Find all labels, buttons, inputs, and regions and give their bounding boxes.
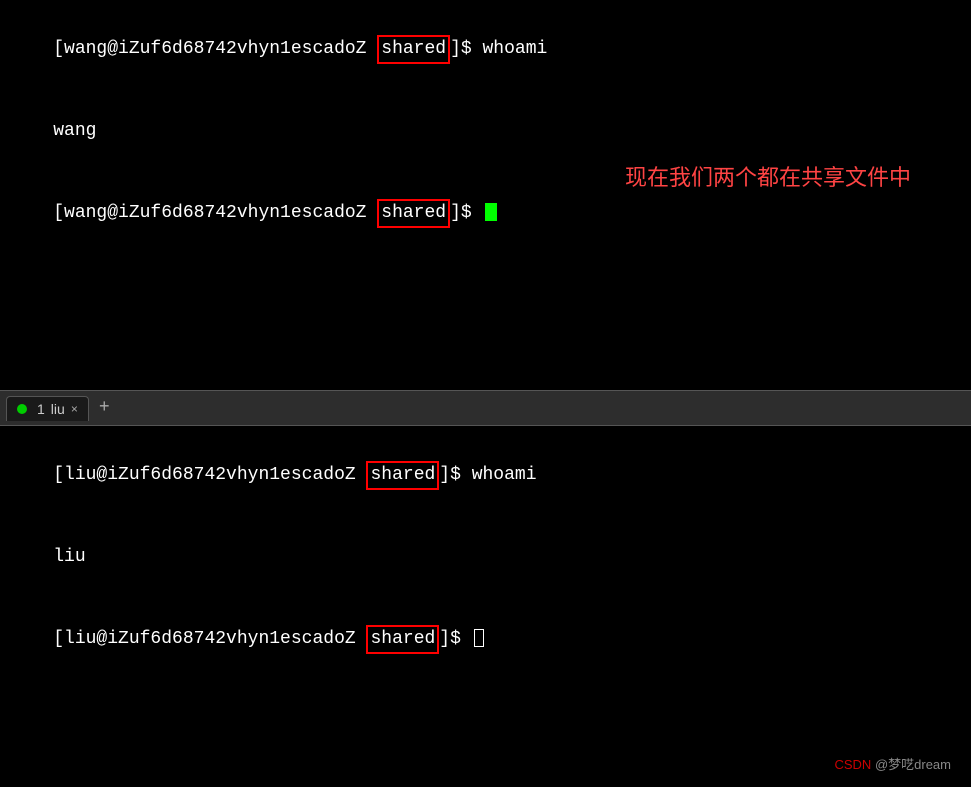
bottom-terminal[interactable]: [liu@iZuf6d68742vhyn1escadoZ shared]$ wh… — [0, 426, 971, 787]
tab-add-button[interactable]: + — [93, 396, 116, 420]
tab-liu[interactable]: 1 liu × — [6, 396, 89, 421]
bottom-shared-dir-box-2: shared — [366, 625, 439, 654]
shared-dir-box-2: shared — [377, 199, 450, 228]
bottom-prompt-dollar-2: ]$ — [439, 629, 471, 649]
watermark: CSDN @梦呓dream — [834, 754, 951, 773]
bottom-prompt-bracket-2: [liu@iZuf6d68742vhyn1escadoZ — [53, 629, 366, 649]
prompt-bracket: [wang@iZuf6d68742vhyn1escadoZ — [53, 39, 377, 59]
top-terminal: [wang@iZuf6d68742vhyn1escadoZ shared]$ w… — [0, 0, 971, 390]
tab-close-button[interactable]: × — [71, 402, 78, 416]
tab-number: 1 — [37, 401, 45, 417]
bottom-shared-dir-box-1: shared — [366, 461, 439, 490]
bottom-output-text-1: liu — [53, 547, 85, 567]
annotation-text: 现在我们两个都在共享文件中 — [625, 160, 911, 192]
prompt-dollar-1: ]$ whoami — [450, 39, 547, 59]
prompt-dollar-2: ]$ — [450, 203, 482, 223]
bottom-prompt-dollar-1: ]$ whoami — [439, 465, 536, 485]
tab-dot — [17, 404, 27, 414]
bottom-terminal-line-2[interactable]: [liu@iZuf6d68742vhyn1escadoZ shared]$ — [10, 598, 961, 681]
watermark-handle: @梦呓dream — [871, 757, 951, 772]
bottom-prompt-bracket-1: [liu@iZuf6d68742vhyn1escadoZ — [53, 465, 366, 485]
shared-dir-box-1: shared — [377, 35, 450, 64]
output-text-1: wang — [53, 121, 96, 141]
watermark-site: CSDN — [834, 757, 871, 772]
tab-name: liu — [51, 401, 65, 417]
cursor-hollow — [474, 629, 484, 647]
bottom-terminal-line-1: [liu@iZuf6d68742vhyn1escadoZ shared]$ wh… — [10, 434, 961, 517]
terminal-line-1: [wang@iZuf6d68742vhyn1escadoZ shared]$ w… — [10, 8, 961, 91]
bottom-terminal-output-1: liu — [10, 517, 961, 598]
tab-bar: 1 liu × + — [0, 390, 971, 426]
cursor-green — [485, 203, 497, 221]
prompt-bracket-2: [wang@iZuf6d68742vhyn1escadoZ — [53, 203, 377, 223]
